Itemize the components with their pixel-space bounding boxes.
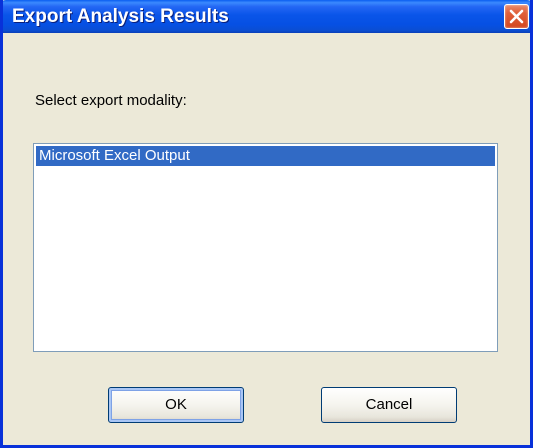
window-title: Export Analysis Results <box>12 6 229 27</box>
ok-button[interactable]: OK <box>108 387 244 423</box>
export-modality-list[interactable]: Microsoft Excel Output <box>33 143 498 352</box>
close-icon <box>509 9 524 24</box>
close-button[interactable] <box>504 4 529 29</box>
export-dialog: Export Analysis Results Select export mo… <box>0 0 533 448</box>
export-modality-label: Select export modality: <box>35 92 187 109</box>
cancel-button[interactable]: Cancel <box>321 387 457 423</box>
list-item-microsoft-excel-output[interactable]: Microsoft Excel Output <box>36 146 495 166</box>
title-bar[interactable]: Export Analysis Results <box>3 0 530 33</box>
